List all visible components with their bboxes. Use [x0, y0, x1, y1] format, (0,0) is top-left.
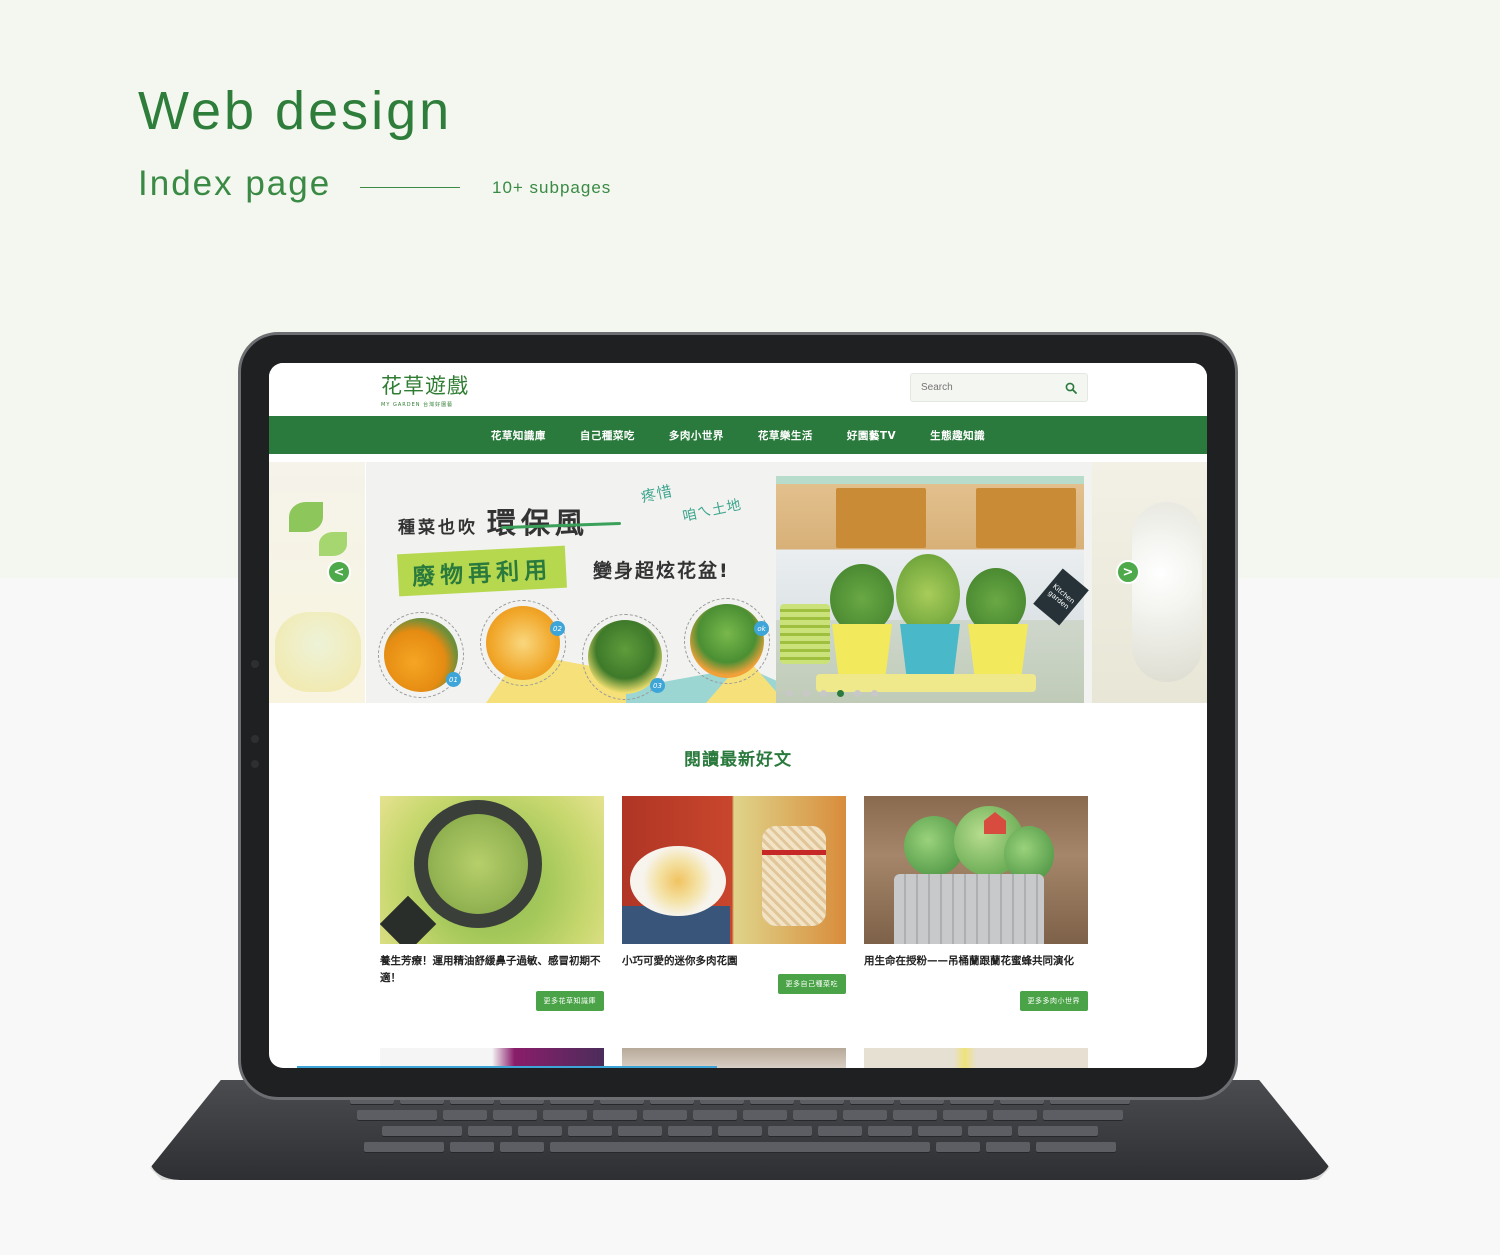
- page-heading: Web design: [138, 81, 453, 141]
- keyboard-row: [150, 1142, 1330, 1152]
- step-number: 02: [550, 621, 565, 636]
- search-input[interactable]: [921, 382, 1065, 393]
- article-image[interactable]: [380, 796, 604, 944]
- nav-item-grow-vegetables[interactable]: 自己種菜吃: [580, 428, 635, 443]
- main-nav: 花草知識庫 自己種菜吃 多肉小世界 花草樂生活 好園藝TV 生態趣知識: [269, 416, 1207, 454]
- nav-item-succulents[interactable]: 多肉小世界: [669, 428, 724, 443]
- carousel-dot[interactable]: [820, 690, 827, 697]
- carousel-dot[interactable]: [871, 690, 878, 697]
- step-done: ok: [684, 598, 770, 684]
- hero-note: 疼惜: [639, 481, 675, 507]
- next-article-preview: [380, 1048, 604, 1068]
- more-category-button[interactable]: 更多自己種菜吃: [777, 974, 846, 994]
- search-icon[interactable]: [1065, 382, 1077, 394]
- hero-subline: 變身超炫花盆!: [593, 560, 730, 582]
- step-number: 03: [650, 678, 665, 693]
- kitchen-garden-photo: Kitchen garden: [776, 476, 1089, 703]
- divider-line: [360, 187, 460, 188]
- hero-headline-part: 種菜也吹: [398, 518, 478, 538]
- hero-note-secondary: 咱ㄟ土地: [681, 496, 744, 526]
- website-screen: 花草遊戲 MY GARDEN 台灣好園藝 花草知識庫 自己種菜吃 多肉小世界 花…: [269, 363, 1207, 1068]
- nav-item-garden-tv[interactable]: 好園藝TV: [847, 428, 896, 443]
- article-title[interactable]: 小巧可愛的迷你多肉花園: [622, 953, 846, 970]
- hero-headline: 種菜也吹 環保風: [398, 500, 589, 542]
- more-category-button[interactable]: 更多多肉小世界: [1019, 991, 1088, 1011]
- keyboard-row: [150, 1126, 1330, 1136]
- site-logo[interactable]: 花草遊戲 MY GARDEN 台灣好園藝: [381, 370, 469, 408]
- next-article-preview: [622, 1048, 846, 1068]
- nav-item-knowledge[interactable]: 花草知識庫: [491, 428, 546, 443]
- latest-articles-title: 閱讀最新好文: [684, 750, 792, 770]
- logo-tagline: MY GARDEN 台灣好園藝: [381, 402, 454, 408]
- camera-icon: [251, 660, 259, 668]
- site-header: 花草遊戲 MY GARDEN 台灣好園藝: [269, 363, 1207, 416]
- kitchen-garden-sign: Kitchen garden: [1033, 568, 1089, 626]
- article-list: 養生芳療！運用精油舒緩鼻子過敏、感冒初期不適！ 更多花草知識庫 小巧可愛的迷你多…: [380, 796, 1088, 1016]
- article-image[interactable]: [864, 796, 1088, 944]
- hero-slide[interactable]: 種菜也吹 環保風 疼惜 咱ㄟ土地 廢物再利用 變身超炫花盆! 01 02 03 …: [366, 462, 1092, 703]
- article-card[interactable]: 養生芳療！運用精油舒緩鼻子過敏、感冒初期不適！ 更多花草知識庫: [380, 796, 604, 1016]
- camera-icon: [251, 760, 259, 768]
- hero-carousel: 種菜也吹 環保風 疼惜 咱ㄟ土地 廢物再利用 變身超炫花盆! 01 02 03 …: [269, 462, 1207, 703]
- carousel-dot[interactable]: [803, 690, 810, 697]
- subpage-count: 10+ subpages: [492, 178, 612, 197]
- next-slide-preview: [1092, 462, 1207, 703]
- hero-tag: 廢物再利用: [397, 545, 567, 597]
- scroll-indicator: [297, 1066, 717, 1068]
- article-title[interactable]: 用生命在授粉——吊桶蘭跟蘭花蜜蜂共同演化: [864, 953, 1088, 970]
- step-orange-scoop: 02: [480, 600, 566, 686]
- search-box: [910, 373, 1088, 402]
- article-title[interactable]: 養生芳療！運用精油舒緩鼻子過敏、感冒初期不適！: [380, 953, 604, 987]
- carousel-next-button[interactable]: >: [1116, 560, 1140, 584]
- carousel-prev-button[interactable]: <: [327, 560, 351, 584]
- nav-item-garden-life[interactable]: 花草樂生活: [758, 428, 813, 443]
- article-image[interactable]: [622, 796, 846, 944]
- carousel-dot[interactable]: [837, 690, 844, 697]
- nav-item-ecology[interactable]: 生態趣知識: [930, 428, 985, 443]
- step-planting: 03: [582, 614, 668, 700]
- step-number: 01: [446, 672, 461, 687]
- page-subheading: Index page: [138, 164, 332, 203]
- camera-icon: [251, 735, 259, 743]
- next-article-preview: [864, 1048, 1088, 1068]
- keyboard-row: [150, 1110, 1330, 1120]
- step-orange-cut: 01: [378, 612, 464, 698]
- more-category-button[interactable]: 更多花草知識庫: [535, 991, 604, 1011]
- step-number: ok: [754, 621, 769, 636]
- article-card[interactable]: 用生命在授粉——吊桶蘭跟蘭花蜜蜂共同演化 更多多肉小世界: [864, 796, 1088, 1016]
- carousel-dots: [786, 690, 878, 697]
- prev-slide-preview: [269, 462, 365, 703]
- article-card[interactable]: 小巧可愛的迷你多肉花園 更多自己種菜吃: [622, 796, 846, 1016]
- tablet-frame: 花草遊戲 MY GARDEN 台灣好園藝 花草知識庫 自己種菜吃 多肉小世界 花…: [238, 332, 1238, 1100]
- carousel-dot[interactable]: [854, 690, 861, 697]
- carousel-dot[interactable]: [786, 690, 793, 697]
- logo-name: 花草遊戲: [381, 374, 469, 398]
